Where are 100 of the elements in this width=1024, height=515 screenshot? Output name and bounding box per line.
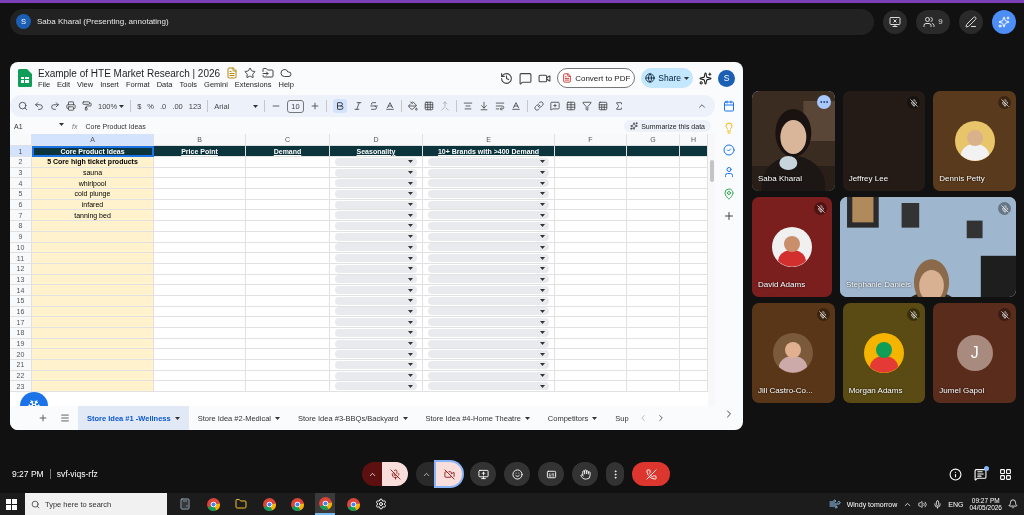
participant-tile[interactable]: David Adams (752, 197, 832, 297)
dropdown-field[interactable] (335, 189, 417, 198)
dropdown-field[interactable] (428, 232, 549, 241)
paint-format-icon[interactable] (82, 101, 92, 111)
stop-presenting-button[interactable] (883, 9, 907, 34)
dropdown-field[interactable] (428, 189, 549, 198)
contacts-icon[interactable] (723, 166, 735, 178)
add-icon[interactable] (723, 210, 735, 222)
wrap-icon[interactable] (494, 101, 505, 111)
italic-icon[interactable] (352, 101, 363, 111)
dropdown-field[interactable] (335, 179, 417, 188)
dropdown-field[interactable] (335, 221, 417, 230)
pdf-icon[interactable] (562, 73, 573, 83)
document-badge-icon[interactable] (226, 67, 239, 79)
dropdown-field[interactable] (428, 350, 549, 359)
info-icon[interactable] (949, 467, 962, 481)
participant-tile[interactable]: Dennis Petty (933, 91, 1016, 191)
camera-off-icon[interactable] (443, 468, 455, 480)
dropdown-field[interactable] (428, 318, 549, 327)
dropdown-field[interactable] (428, 296, 549, 305)
all-sheets-icon[interactable] (60, 413, 70, 423)
strikethrough-icon[interactable] (368, 101, 379, 111)
participant-tile[interactable]: J Jumel Gapol (933, 303, 1016, 403)
dropdown-field[interactable] (335, 168, 417, 177)
dropdown-field[interactable] (335, 307, 417, 316)
dropdown-field[interactable] (428, 157, 549, 166)
raise-hand-button[interactable] (572, 462, 598, 486)
notifications-icon[interactable] (1008, 499, 1018, 509)
chat-icon[interactable] (974, 467, 987, 481)
mic-icon[interactable] (933, 499, 943, 509)
text-rotation-icon[interactable] (510, 101, 521, 111)
dropdown-field[interactable] (335, 296, 417, 305)
video-options-button[interactable] (416, 462, 436, 486)
mic-off-icon[interactable] (389, 468, 401, 480)
reactions-button[interactable] (504, 462, 530, 486)
history-icon[interactable] (500, 71, 514, 85)
browser-icon[interactable] (346, 497, 360, 511)
screen-off-icon[interactable] (889, 15, 901, 28)
volume-icon[interactable] (918, 499, 928, 509)
dropdown-field[interactable] (335, 157, 417, 166)
cloud-icon[interactable] (280, 67, 293, 79)
dropdown-field[interactable] (428, 328, 549, 337)
browser-icon[interactable] (206, 497, 220, 511)
wind-icon[interactable] (828, 498, 841, 510)
dropdown-field[interactable] (428, 200, 549, 209)
search-icon[interactable] (18, 101, 28, 111)
collapse-icon[interactable] (697, 101, 707, 111)
borders-icon[interactable] (423, 101, 434, 111)
comment-icon[interactable] (519, 71, 533, 85)
phone-icon[interactable] (645, 468, 657, 480)
participant-tile[interactable]: Saba Kharal (752, 91, 835, 191)
captions-button[interactable] (538, 462, 564, 486)
dropdown-field[interactable] (428, 360, 549, 369)
redo-icon[interactable] (50, 101, 60, 111)
dropdown-field[interactable] (335, 382, 417, 391)
present-button[interactable] (470, 462, 496, 486)
map-pin-icon[interactable] (723, 188, 735, 200)
dropdown-field[interactable] (335, 264, 417, 273)
undo-icon[interactable] (34, 101, 44, 111)
globe-icon[interactable] (645, 73, 656, 83)
dropdown-field[interactable] (335, 360, 417, 369)
calendar-icon[interactable] (723, 100, 735, 112)
plus-icon[interactable] (309, 101, 320, 111)
filter-views-icon[interactable] (597, 101, 608, 111)
dropdown-field[interactable] (335, 275, 417, 284)
dropdown-field[interactable] (428, 371, 549, 380)
account-avatar[interactable]: S (718, 69, 735, 87)
dropdown-field[interactable] (428, 179, 549, 188)
activities-icon[interactable] (999, 467, 1012, 481)
dropdown-field[interactable] (428, 286, 549, 295)
scrollbar-thumb[interactable] (709, 160, 714, 182)
camera-button[interactable] (436, 462, 462, 486)
sparkle-icon[interactable] (630, 122, 639, 130)
dropdown-field[interactable] (335, 350, 417, 359)
chart-icon[interactable] (565, 101, 576, 111)
sparkle-icon[interactable] (699, 71, 712, 85)
dropdown-field[interactable] (335, 254, 417, 263)
participant-tile[interactable]: Jill Castro-Co... (752, 303, 835, 403)
calculator-icon[interactable] (179, 498, 191, 510)
hand-icon[interactable] (579, 468, 591, 480)
participant-tile[interactable]: Morgan Adams (842, 303, 926, 403)
star-icon[interactable] (244, 67, 257, 79)
dropdown-field[interactable] (335, 232, 417, 241)
browser-icon[interactable] (290, 497, 304, 511)
dropdown-field[interactable] (335, 200, 417, 209)
dropdown-field[interactable] (428, 211, 549, 220)
print-icon[interactable] (66, 101, 76, 111)
assistant-button[interactable] (992, 9, 1016, 34)
leave-call-button[interactable] (632, 462, 670, 486)
more-options-button[interactable] (606, 462, 624, 486)
vertical-align-icon[interactable] (478, 101, 489, 111)
windows-start-icon[interactable] (6, 498, 17, 510)
add-sheet-icon[interactable] (38, 413, 48, 423)
dropdown-field[interactable] (335, 328, 417, 337)
share-button[interactable]: Share (641, 68, 693, 88)
dropdown-field[interactable] (428, 221, 549, 230)
text-color-icon[interactable] (384, 101, 395, 111)
dropdown-field[interactable] (428, 339, 549, 348)
app-icon[interactable] (262, 497, 276, 511)
functions-icon[interactable] (613, 101, 624, 111)
